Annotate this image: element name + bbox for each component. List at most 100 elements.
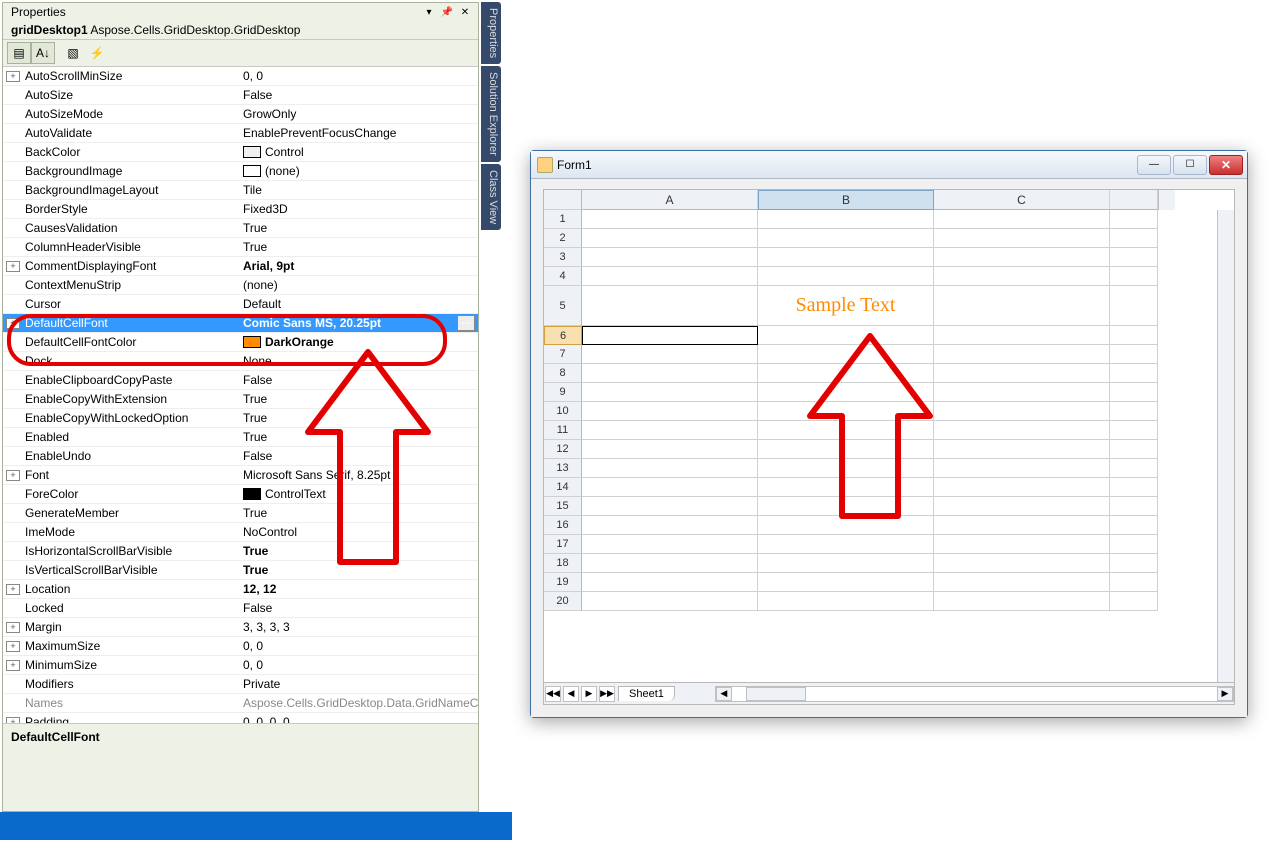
property-row-ImeMode[interactable]: ImeModeNoControl: [3, 523, 478, 542]
properties-object-selector[interactable]: gridDesktop1 Aspose.Cells.GridDesktop.Gr…: [3, 21, 478, 40]
property-row-Locked[interactable]: LockedFalse: [3, 599, 478, 618]
cell[interactable]: [758, 248, 934, 267]
property-value[interactable]: True: [239, 390, 478, 408]
cell[interactable]: [1110, 554, 1158, 573]
cell[interactable]: [582, 497, 758, 516]
cell[interactable]: [1110, 478, 1158, 497]
property-row-ColumnHeaderVisible[interactable]: ColumnHeaderVisibleTrue: [3, 238, 478, 257]
cell[interactable]: [1110, 421, 1158, 440]
cell[interactable]: [934, 248, 1110, 267]
property-row-DefaultCellFontColor[interactable]: DefaultCellFontColorDarkOrange: [3, 333, 478, 352]
cell[interactable]: [1110, 345, 1158, 364]
row-header[interactable]: 7: [544, 345, 582, 364]
cell[interactable]: [1110, 535, 1158, 554]
property-row-MinimumSize[interactable]: +MinimumSize0, 0: [3, 656, 478, 675]
categorized-button[interactable]: ▤: [7, 42, 31, 64]
sheet-nav-button-3[interactable]: ▶▶: [599, 686, 615, 702]
cell[interactable]: [934, 516, 1110, 535]
cell[interactable]: [582, 440, 758, 459]
property-value[interactable]: False: [239, 447, 478, 465]
expand-icon[interactable]: +: [6, 622, 20, 633]
property-row-IsHorizontalScrollBarVisible[interactable]: IsHorizontalScrollBarVisibleTrue: [3, 542, 478, 561]
property-value[interactable]: 12, 12: [239, 580, 478, 598]
property-row-AutoSize[interactable]: AutoSizeFalse: [3, 86, 478, 105]
property-row-AutoSizeMode[interactable]: AutoSizeModeGrowOnly: [3, 105, 478, 124]
tab-solution-explorer[interactable]: Solution Explorer: [481, 66, 501, 162]
properties-grid[interactable]: +AutoScrollMinSize0, 0AutoSizeFalseAutoS…: [3, 67, 478, 723]
property-value[interactable]: 0, 0, 0, 0: [239, 713, 478, 723]
cell[interactable]: [1110, 210, 1158, 229]
cell[interactable]: [1110, 248, 1158, 267]
cell[interactable]: [582, 402, 758, 421]
property-row-AutoScrollMinSize[interactable]: +AutoScrollMinSize0, 0: [3, 67, 478, 86]
property-row-BorderStyle[interactable]: BorderStyleFixed3D: [3, 200, 478, 219]
cell[interactable]: [934, 326, 1110, 345]
row-header[interactable]: 4: [544, 267, 582, 286]
cell[interactable]: [1110, 402, 1158, 421]
property-row-Enabled[interactable]: EnabledTrue: [3, 428, 478, 447]
cell[interactable]: [1110, 364, 1158, 383]
property-value[interactable]: True: [239, 219, 478, 237]
property-value[interactable]: Default: [239, 295, 478, 313]
cell[interactable]: [1110, 229, 1158, 248]
property-value[interactable]: Private: [239, 675, 478, 693]
property-value[interactable]: True: [239, 428, 478, 446]
property-value[interactable]: False: [239, 86, 478, 104]
cell[interactable]: [758, 345, 934, 364]
cell[interactable]: [758, 229, 934, 248]
row-header[interactable]: 16: [544, 516, 582, 535]
property-value[interactable]: GrowOnly: [239, 105, 478, 123]
property-row-MaximumSize[interactable]: +MaximumSize0, 0: [3, 637, 478, 656]
cell[interactable]: [934, 364, 1110, 383]
tab-class-view[interactable]: Class View: [481, 164, 501, 230]
cell[interactable]: [582, 286, 758, 326]
close-button[interactable]: ✕: [1209, 155, 1243, 175]
cell[interactable]: [582, 267, 758, 286]
property-value[interactable]: True: [239, 238, 478, 256]
alphabetical-button[interactable]: A↓: [31, 42, 55, 64]
pin-icon[interactable]: 📌: [438, 5, 456, 19]
row-header[interactable]: 10: [544, 402, 582, 421]
property-value[interactable]: 0, 0: [239, 637, 478, 655]
row-header[interactable]: 18: [544, 554, 582, 573]
cell[interactable]: [582, 345, 758, 364]
row-header[interactable]: 1: [544, 210, 582, 229]
property-row-GenerateMember[interactable]: GenerateMemberTrue: [3, 504, 478, 523]
property-value[interactable]: Aspose.Cells.GridDesktop.Data.GridNameC: [239, 694, 478, 712]
cell[interactable]: [1110, 459, 1158, 478]
property-value[interactable]: True: [239, 542, 478, 560]
property-row-EnableCopyWithLockedOption[interactable]: EnableCopyWithLockedOptionTrue: [3, 409, 478, 428]
cell[interactable]: [758, 402, 934, 421]
cell[interactable]: [758, 459, 934, 478]
property-value[interactable]: Microsoft Sans Serif, 8.25pt: [239, 466, 478, 484]
expand-icon[interactable]: +: [6, 261, 20, 272]
cell[interactable]: [1110, 497, 1158, 516]
property-row-BackgroundImageLayout[interactable]: BackgroundImageLayoutTile: [3, 181, 478, 200]
sheet-nav-button-0[interactable]: ◀◀: [545, 686, 561, 702]
property-row-Margin[interactable]: +Margin3, 3, 3, 3: [3, 618, 478, 637]
property-value[interactable]: 0, 0: [239, 67, 478, 85]
cell[interactable]: [582, 516, 758, 535]
cell[interactable]: [934, 421, 1110, 440]
property-value[interactable]: DarkOrange: [239, 333, 478, 351]
property-row-IsVerticalScrollBarVisible[interactable]: IsVerticalScrollBarVisibleTrue: [3, 561, 478, 580]
expand-icon[interactable]: +: [6, 641, 20, 652]
property-value[interactable]: ControlText: [239, 485, 478, 503]
maximize-button[interactable]: ☐: [1173, 155, 1207, 175]
row-header[interactable]: 13: [544, 459, 582, 478]
cell[interactable]: [582, 326, 758, 345]
property-row-ForeColor[interactable]: ForeColorControlText: [3, 485, 478, 504]
row-header[interactable]: 5: [544, 286, 582, 326]
cell[interactable]: [758, 364, 934, 383]
cell[interactable]: [934, 535, 1110, 554]
cell[interactable]: [758, 573, 934, 592]
cell[interactable]: [758, 535, 934, 554]
vertical-scrollbar-track[interactable]: [1217, 210, 1234, 682]
cell[interactable]: [934, 478, 1110, 497]
property-row-Location[interactable]: +Location12, 12: [3, 580, 478, 599]
property-row-BackgroundImage[interactable]: BackgroundImage(none): [3, 162, 478, 181]
vertical-scrollbar[interactable]: [1158, 190, 1175, 210]
scroll-right-icon[interactable]: ▶: [1217, 687, 1233, 701]
row-header[interactable]: 12: [544, 440, 582, 459]
horizontal-scrollbar[interactable]: ◀▶: [715, 686, 1234, 702]
